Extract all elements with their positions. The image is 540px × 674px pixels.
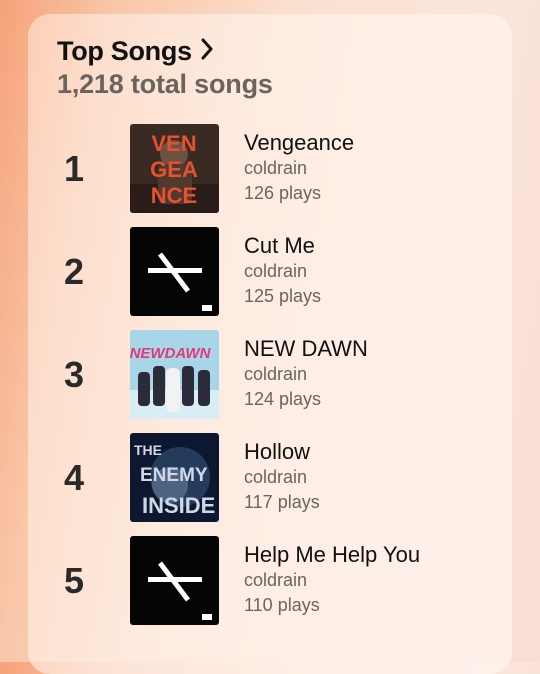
art-text: VEN <box>151 131 196 156</box>
song-title: Hollow <box>244 439 311 464</box>
song-plays: 117 plays <box>244 492 320 512</box>
song-title: Cut Me <box>244 233 315 258</box>
song-row-2[interactable]: 2 Cut Me coldrain 125 plays <box>28 227 508 317</box>
song-plays: 125 plays <box>244 286 322 306</box>
song-meta: Hollow coldrain 117 plays <box>244 439 320 515</box>
song-rank: 2 <box>64 251 85 292</box>
song-artist: coldrain <box>244 467 308 487</box>
song-meta: Vengeance coldrain 126 plays <box>244 130 354 206</box>
album-art-hollow: THE ENEMY INSIDE <box>130 433 219 522</box>
song-artist: coldrain <box>244 158 308 178</box>
song-plays: 126 plays <box>244 183 322 203</box>
song-title: Help Me Help You <box>244 542 421 567</box>
art-text: INSIDE <box>142 493 215 518</box>
song-row-3[interactable]: 3 NEWDAWN NEW DAWN coldrain 124 plays <box>28 330 508 420</box>
song-title: Vengeance <box>244 130 355 155</box>
top-songs-link[interactable]: Top Songs <box>57 36 273 67</box>
top-songs-card: Top Songs 1,218 total songs 1 VEN GEA NC… <box>28 14 512 674</box>
song-plays: 124 plays <box>244 389 322 409</box>
song-rank: 4 <box>64 457 85 498</box>
album-art-new-dawn: NEWDAWN <box>130 330 219 419</box>
song-rank: 5 <box>64 560 85 601</box>
song-row-4[interactable]: 4 THE ENEMY INSIDE Hollow coldrain 117 p… <box>28 433 508 523</box>
song-plays: 110 plays <box>244 595 320 615</box>
song-meta: Cut Me coldrain 125 plays <box>244 233 321 309</box>
song-artist: coldrain <box>244 570 308 590</box>
art-text: GEA <box>150 157 198 182</box>
album-art-cut-me <box>130 227 219 316</box>
card-header: Top Songs 1,218 total songs <box>57 36 273 100</box>
total-songs-count: 1,218 total songs <box>57 69 273 99</box>
chevron-right-icon <box>200 38 214 65</box>
song-row-1[interactable]: 1 VEN GEA NCE Vengeance coldrain 126 pla… <box>28 124 508 214</box>
art-text: NEWDAWN <box>130 345 212 362</box>
album-art-help-me-help-you <box>130 536 219 625</box>
song-title: NEW DAWN <box>244 336 368 361</box>
song-meta: Help Me Help You coldrain 110 plays <box>244 542 420 618</box>
song-meta: NEW DAWN coldrain 124 plays <box>244 336 368 412</box>
song-rank: 3 <box>64 354 85 395</box>
card-title: Top Songs <box>57 36 192 66</box>
art-text: NCE <box>151 183 197 208</box>
art-text: THE <box>134 442 162 458</box>
album-art-vengeance: VEN GEA NCE <box>130 124 219 213</box>
song-artist: coldrain <box>244 364 308 384</box>
song-rank: 1 <box>64 148 85 189</box>
song-row-5[interactable]: 5 Help Me Help You coldrain 110 plays <box>28 536 508 626</box>
art-text: ENEMY <box>140 465 208 486</box>
song-artist: coldrain <box>244 261 308 281</box>
